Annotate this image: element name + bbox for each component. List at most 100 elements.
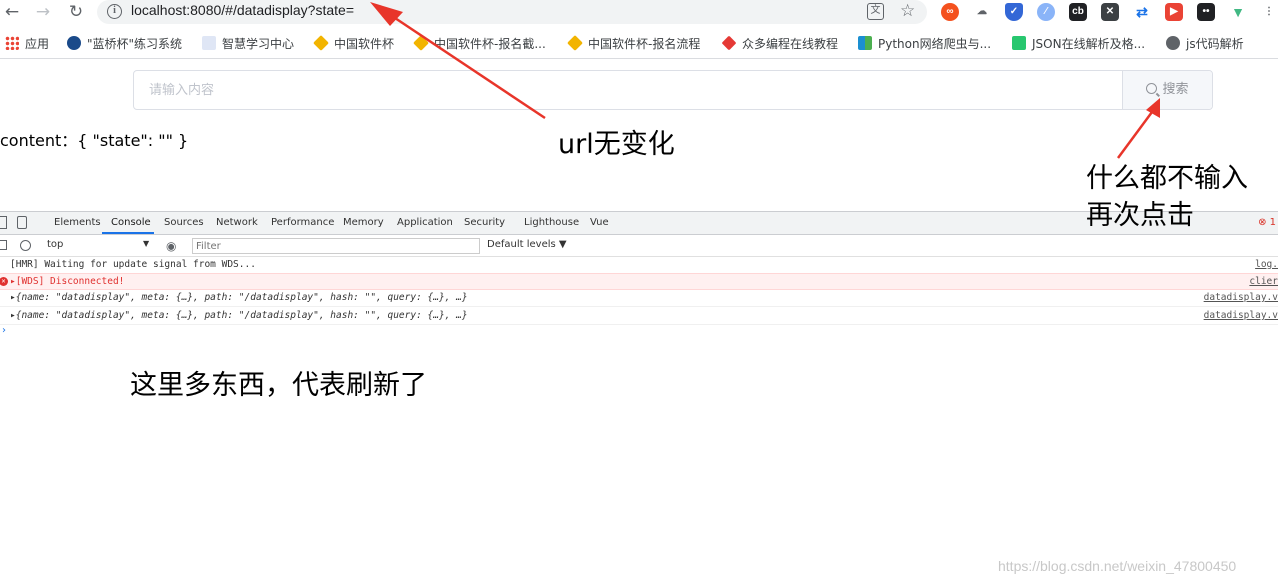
tab-application[interactable]: Application — [397, 217, 453, 228]
bookmark-star-icon[interactable]: ☆ — [900, 1, 915, 21]
console-error-row: ✕ ▸[WDS] Disconnected! clier — [0, 273, 1278, 290]
extension-x-icon[interactable]: ✕ — [1101, 3, 1119, 21]
inspect-element-icon[interactable] — [0, 216, 7, 229]
context-selector[interactable]: top — [47, 239, 63, 250]
tutorial-icon — [721, 35, 737, 51]
reload-icon[interactable]: ↻ — [64, 0, 88, 24]
annotation-line: 再次点击 — [1086, 200, 1194, 231]
bookmark-label: 应用 — [25, 37, 50, 51]
context-dropdown-icon[interactable]: ▼ — [143, 239, 149, 248]
search-box: 搜索 — [133, 70, 1213, 110]
software-cup-icon — [313, 35, 329, 51]
tab-network[interactable]: Network — [216, 217, 258, 228]
menu-dots-icon[interactable]: ⋮ — [1260, 3, 1278, 21]
extension-cb-icon[interactable]: cb — [1069, 3, 1087, 21]
bookmark-json-parser[interactable]: JSON在线解析及格... — [1012, 35, 1145, 53]
extension-infinity-icon[interactable]: ∞ — [941, 3, 959, 21]
search-button-label: 搜索 — [1162, 82, 1189, 97]
bookmark-software-cup-process[interactable]: 中国软件杯-报名流程 — [567, 35, 701, 53]
bookmark-lanqiao[interactable]: "蓝桥杯"练习系统 — [67, 35, 182, 53]
annotation-url-unchanged: url无变化 — [558, 129, 675, 160]
book-icon — [858, 36, 872, 50]
json-icon — [1012, 36, 1026, 50]
active-tab-indicator — [102, 232, 154, 234]
bookmark-label: 中国软件杯-报名截... — [434, 37, 546, 51]
bookmark-tutorials[interactable]: 众多编程在线教程 — [721, 35, 839, 53]
console-object-row[interactable]: ▸{name: "datadisplay", meta: {…}, path: … — [0, 290, 1278, 307]
watermark: https://blog.csdn.net/weixin_47800450 — [998, 558, 1237, 574]
log-message[interactable]: ▸{name: "datadisplay", meta: {…}, path: … — [10, 290, 468, 306]
tab-console[interactable]: Console — [111, 217, 151, 228]
bookmark-label: js代码解析 — [1186, 37, 1244, 51]
bookmark-apps[interactable]: 应用 — [5, 35, 49, 53]
bookmark-label: 中国软件杯 — [334, 37, 395, 51]
lanqiao-logo-icon — [67, 36, 81, 50]
log-source-link[interactable]: log. — [1255, 257, 1278, 273]
annotation-click-again: 什么都不输入 再次点击 — [1086, 160, 1248, 234]
bookmarks-bar: 应用 "蓝桥杯"练习系统 智慧学习中心 中国软件杯 中国软件杯-报名截... 中… — [0, 30, 1278, 58]
tab-memory[interactable]: Memory — [343, 217, 384, 228]
console-prompt-icon[interactable]: › — [2, 325, 6, 336]
bookmark-label: 智慧学习中心 — [222, 37, 295, 51]
extension-play-icon[interactable]: ▶ — [1165, 3, 1183, 21]
device-toolbar-icon[interactable] — [17, 216, 27, 229]
extension-tamper-icon[interactable]: •• — [1197, 3, 1215, 21]
extension-repeat-icon[interactable]: ⇄ — [1133, 3, 1151, 21]
clear-console-icon[interactable] — [20, 240, 31, 251]
extension-cloud-icon[interactable]: ☁ — [973, 3, 991, 21]
content-output: content：{ "state": "" } — [0, 131, 189, 150]
page-icon — [202, 36, 216, 50]
site-info-icon[interactable]: i — [107, 4, 122, 19]
globe-icon — [1166, 36, 1180, 50]
extension-globe-icon[interactable]: ⁄ — [1037, 3, 1055, 21]
eye-icon[interactable]: ◉ — [166, 239, 176, 253]
log-source-link[interactable]: datadisplay.v — [1204, 290, 1278, 306]
bookmark-software-cup[interactable]: 中国软件杯 — [313, 35, 395, 53]
tab-elements[interactable]: Elements — [54, 217, 101, 228]
software-cup-icon — [413, 35, 429, 51]
url-text[interactable]: localhost:8080/#/datadisplay?state= — [131, 2, 354, 18]
log-message[interactable]: ▸{name: "datadisplay", meta: {…}, path: … — [10, 308, 468, 324]
log-levels-dropdown[interactable]: Default levels ▼ — [487, 239, 567, 250]
browser-toolbar: ← → ↻ i localhost:8080/#/datadisplay?sta… — [0, 0, 1278, 28]
log-message[interactable]: ▸[WDS] Disconnected! — [10, 274, 124, 289]
extension-shield-icon[interactable]: ✓ — [1005, 3, 1023, 21]
chrome-divider — [0, 58, 1278, 59]
console-object-row[interactable]: ▸{name: "datadisplay", meta: {…}, path: … — [0, 308, 1278, 325]
bookmark-software-cup-deadline[interactable]: 中国软件杯-报名截... — [413, 35, 546, 53]
extension-vue-icon[interactable]: ▼ — [1229, 3, 1247, 21]
console-toolbar: top ▼ ◉ Default levels ▼ — [0, 235, 1278, 257]
tab-performance[interactable]: Performance — [271, 217, 334, 228]
console-filter-input[interactable] — [192, 238, 480, 254]
software-cup-icon — [567, 35, 583, 51]
address-bar[interactable]: i localhost:8080/#/datadisplay?state= 文 … — [97, 0, 927, 24]
log-source-link[interactable]: datadisplay.v — [1204, 308, 1278, 324]
tab-vue[interactable]: Vue — [590, 217, 609, 228]
tab-sources[interactable]: Sources — [164, 217, 204, 228]
translate-icon[interactable]: 文 — [867, 3, 884, 20]
bookmark-label: JSON在线解析及格... — [1032, 37, 1146, 51]
tab-lighthouse[interactable]: Lighthouse — [524, 217, 579, 228]
log-source-link[interactable]: clier — [1249, 274, 1278, 289]
bookmark-python-crawler[interactable]: Python网络爬虫与... — [858, 35, 991, 53]
error-count: 1 — [1269, 217, 1276, 228]
search-button[interactable]: 搜索 — [1122, 71, 1212, 109]
log-message: [HMR] Waiting for update signal from WDS… — [10, 259, 256, 270]
annotation-line: 什么都不输入 — [1086, 163, 1248, 194]
bookmark-label: 众多编程在线教程 — [742, 37, 839, 51]
error-icon: ✕ — [0, 277, 8, 286]
bookmark-js-parser[interactable]: js代码解析 — [1166, 35, 1244, 53]
back-arrow-icon[interactable]: ← — [0, 0, 24, 24]
error-count-badge[interactable]: ⊗ 1 — [1258, 217, 1276, 228]
bookmark-label: "蓝桥杯"练习系统 — [87, 37, 183, 51]
apps-grid-icon — [5, 36, 19, 50]
bookmark-label: 中国软件杯-报名流程 — [588, 37, 701, 51]
tab-security[interactable]: Security — [464, 217, 505, 228]
search-icon — [1146, 83, 1158, 94]
bookmark-smart-learning[interactable]: 智慧学习中心 — [202, 35, 294, 53]
search-input[interactable] — [134, 71, 1122, 109]
forward-arrow-icon[interactable]: → — [31, 0, 55, 24]
sidebar-toggle-icon[interactable] — [0, 240, 7, 250]
bookmark-label: Python网络爬虫与... — [878, 37, 992, 51]
annotation-refreshed: 这里多东西，代表刷新了 — [130, 370, 427, 401]
